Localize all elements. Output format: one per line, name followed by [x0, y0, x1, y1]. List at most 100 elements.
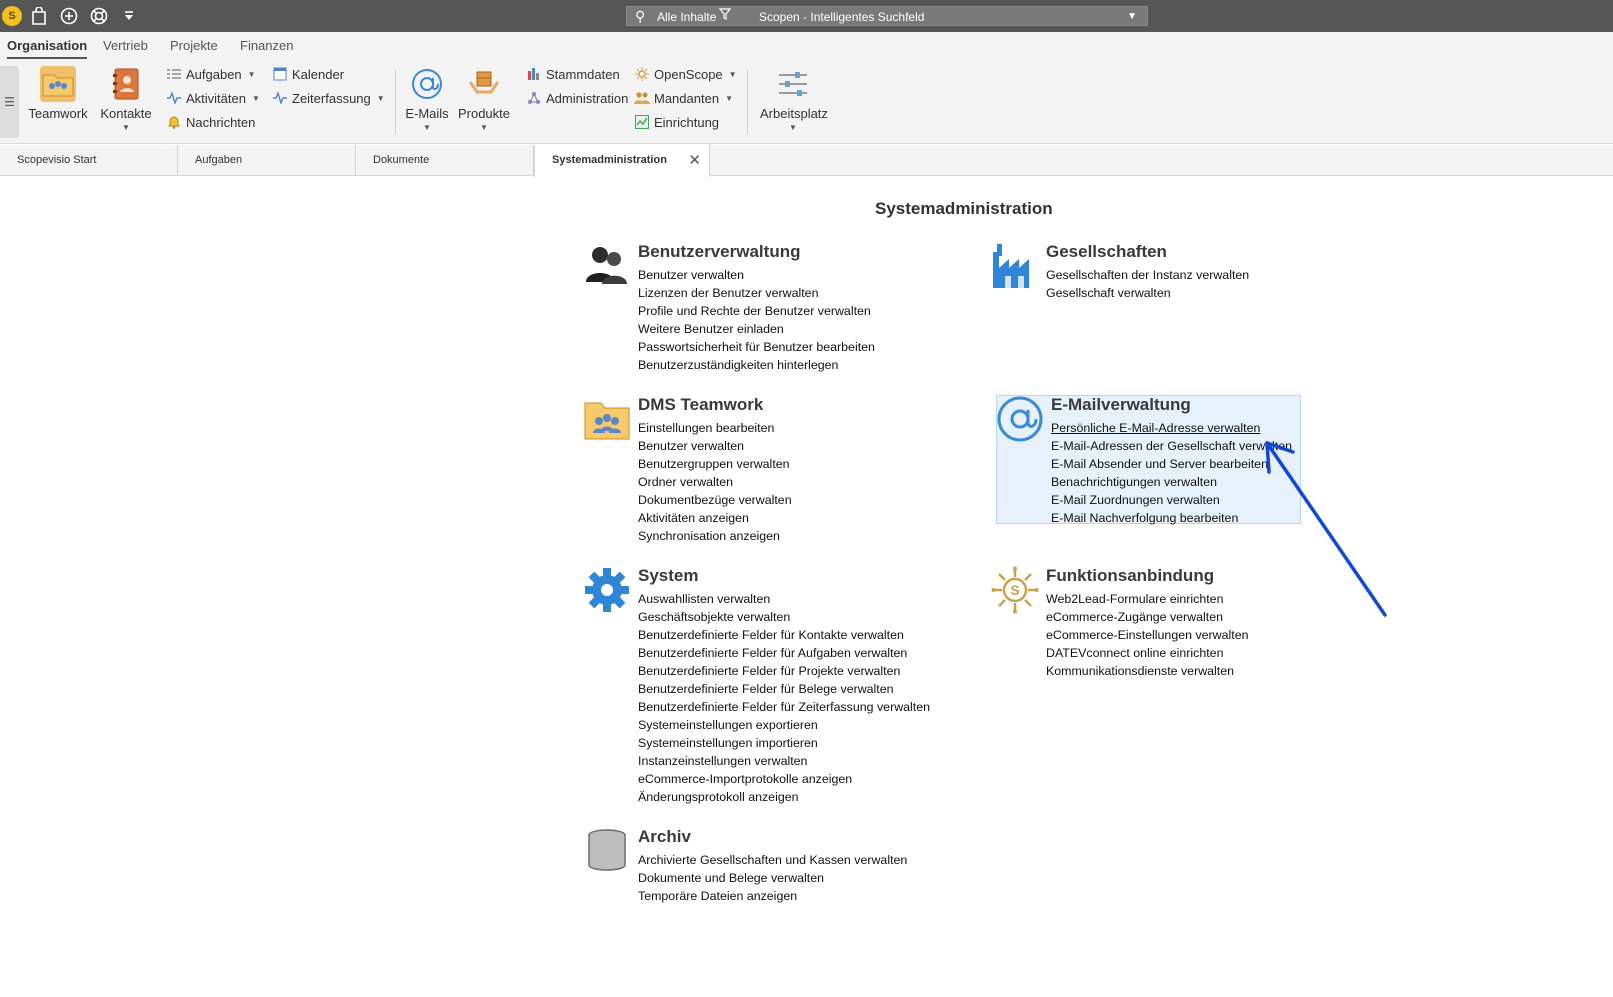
search-placeholder[interactable]: Scopen - Intelligentes Suchfeld [759, 10, 924, 24]
help-lifebuoy-icon[interactable] [88, 5, 110, 27]
ribbon-divider [395, 70, 396, 134]
annotation-arrow [1265, 441, 1387, 617]
top-bar: S ⚲ Alle Inhalte Scopen - Intelligentes … [0, 0, 1613, 32]
emails-button[interactable]: E-Mails ▼ [404, 66, 450, 132]
link-aktivitaeten-anzeigen[interactable]: Aktivitäten anzeigen [638, 509, 792, 527]
quick-access-dropdown-icon[interactable] [118, 5, 140, 27]
section-title: Gesellschaften [1046, 242, 1167, 261]
link-benutzer-einladen[interactable]: Weitere Benutzer einladen [638, 320, 875, 338]
ribbon-collapse-handle[interactable]: ☰ [0, 66, 19, 138]
link-dms-benutzer-verwalten[interactable]: Benutzer verwalten [638, 437, 792, 455]
link-gesellschaften-instanz[interactable]: Gesellschaften der Instanz verwalten [1046, 266, 1249, 284]
arbeitsplatz-button[interactable]: Arbeitsplatz ▼ [760, 66, 828, 132]
link-web2lead[interactable]: Web2Lead-Formulare einrichten [1046, 590, 1248, 608]
tab-aufgaben[interactable]: Aufgaben [178, 145, 356, 176]
chevron-down-icon[interactable]: ▼ [248, 70, 256, 79]
link-benutzergruppen-verwalten[interactable]: Benutzergruppen verwalten [638, 455, 792, 473]
mandanten-button[interactable]: Mandanten ▼ [634, 88, 733, 108]
chevron-down-icon[interactable]: ▼ [760, 123, 826, 132]
tab-projekte[interactable]: Projekte [170, 38, 218, 53]
section-title: DMS Teamwork [638, 395, 764, 414]
tab-systemadministration[interactable]: Systemadministration ✕ [534, 145, 710, 177]
link-systemeinstellungen-exportieren[interactable]: Systemeinstellungen exportieren [638, 716, 930, 734]
bell-icon [166, 114, 182, 130]
tab-finanzen[interactable]: Finanzen [240, 38, 293, 53]
link-geschaeftsobjekte[interactable]: Geschäftsobjekte verwalten [638, 608, 930, 626]
link-ecommerce-einstellungen[interactable]: eCommerce-Einstellungen verwalten [1046, 626, 1248, 644]
search-field[interactable]: ⚲ Alle Inhalte Scopen - Intelligentes Su… [626, 6, 1148, 26]
link-felder-projekte[interactable]: Benutzerdefinierte Felder für Projekte v… [638, 662, 930, 680]
administration-label: Administration [546, 90, 629, 106]
chevron-down-icon[interactable]: ▼ [377, 94, 385, 103]
kontakte-button[interactable]: Kontakte ▼ [98, 66, 154, 132]
einrichtung-button[interactable]: Einrichtung [634, 112, 719, 132]
kalender-button[interactable]: Kalender [272, 64, 344, 84]
link-felder-kontakte[interactable]: Benutzerdefinierte Felder für Kontakte v… [638, 626, 930, 644]
link-lizenzen-verwalten[interactable]: Lizenzen der Benutzer verwalten [638, 284, 875, 302]
link-gesellschaft-verwalten[interactable]: Gesellschaft verwalten [1046, 284, 1249, 302]
link-dokumente-belege[interactable]: Dokumente und Belege verwalten [638, 869, 907, 887]
stammdaten-button[interactable]: Stammdaten [526, 64, 620, 84]
einrichtung-label: Einrichtung [654, 114, 720, 130]
link-felder-zeiterfassung[interactable]: Benutzerdefinierte Felder für Zeiterfass… [638, 698, 930, 716]
filter-icon[interactable] [718, 7, 732, 26]
link-benutzer-verwalten[interactable]: Benutzer verwalten [638, 266, 875, 284]
chevron-down-icon[interactable]: ▼ [404, 123, 450, 132]
link-archivierte-gesellschaften[interactable]: Archivierte Gesellschaften und Kassen ve… [638, 851, 907, 869]
link-felder-aufgaben[interactable]: Benutzerdefinierte Felder für Aufgaben v… [638, 644, 930, 662]
master-data-chart-icon [526, 66, 542, 82]
link-systemeinstellungen-importieren[interactable]: Systemeinstellungen importieren [638, 734, 930, 752]
link-ordner-verwalten[interactable]: Ordner verwalten [638, 473, 792, 491]
product-box-hands-icon [466, 66, 502, 102]
tab-label: Dokumente [373, 154, 430, 166]
task-list-icon [166, 66, 182, 82]
link-benutzerzustaendigkeiten[interactable]: Benutzerzuständigkeiten hinterlegen [638, 356, 875, 374]
chevron-down-icon[interactable]: ▼ [729, 70, 737, 79]
produkte-button[interactable]: Produkte ▼ [456, 66, 512, 132]
shopping-bag-icon[interactable] [28, 5, 50, 27]
link-ecommerce-importprotokolle[interactable]: eCommerce-Importprotokolle anzeigen [638, 770, 930, 788]
zeiterfassung-button[interactable]: Zeiterfassung ▼ [272, 88, 385, 108]
nachrichten-button[interactable]: Nachrichten [166, 112, 255, 132]
close-icon[interactable]: ✕ [688, 145, 701, 176]
link-instanzeinstellungen[interactable]: Instanzeinstellungen verwalten [638, 752, 930, 770]
tab-organisation[interactable]: Organisation [7, 38, 88, 59]
link-auswahllisten[interactable]: Auswahllisten verwalten [638, 590, 930, 608]
link-aenderungsprotokoll[interactable]: Änderungsprotokoll anzeigen [638, 788, 930, 806]
chevron-down-icon[interactable]: ▼ [252, 94, 260, 103]
link-felder-belege[interactable]: Benutzerdefinierte Felder für Belege ver… [638, 680, 930, 698]
administration-button[interactable]: Administration [526, 88, 628, 108]
section-gesellschaften: Gesellschaften Gesellschaften der Instan… [991, 242, 1291, 302]
link-profile-rechte[interactable]: Profile und Rechte der Benutzer verwalte… [638, 302, 875, 320]
factory-icon [991, 242, 1039, 290]
link-einstellungen-bearbeiten[interactable]: Einstellungen bearbeiten [638, 419, 792, 437]
chevron-down-icon[interactable]: ▼ [98, 123, 154, 132]
teamwork-folder-icon [40, 66, 76, 102]
link-synchronisation-anzeigen[interactable]: Synchronisation anzeigen [638, 527, 792, 545]
tab-vertrieb[interactable]: Vertrieb [103, 38, 148, 53]
link-passwortsicherheit[interactable]: Passwortsicherheit für Benutzer bearbeit… [638, 338, 875, 356]
tab-scopevisio-start[interactable]: Scopevisio Start [0, 145, 178, 176]
chevron-down-icon[interactable]: ▼ [456, 123, 512, 132]
chevron-down-icon[interactable]: ▼ [1127, 7, 1137, 26]
link-list: Gesellschaften der Instanz verwalten Ges… [1046, 266, 1249, 302]
aufgaben-button[interactable]: Aufgaben ▼ [166, 64, 256, 84]
link-dokumentbezuege-verwalten[interactable]: Dokumentbezüge verwalten [638, 491, 792, 509]
link-ecommerce-zugaenge[interactable]: eCommerce-Zugänge verwalten [1046, 608, 1248, 626]
search-filter-label[interactable]: Alle Inhalte [657, 10, 716, 24]
openscope-button[interactable]: OpenScope ▼ [634, 64, 737, 84]
link-datevconnect[interactable]: DATEVconnect online einrichten [1046, 644, 1248, 662]
link-kommunikationsdienste[interactable]: Kommunikationsdienste verwalten [1046, 662, 1248, 680]
section-title: Benutzerverwaltung [638, 242, 801, 261]
chevron-down-icon[interactable]: ▼ [725, 94, 733, 103]
integration-sun-icon: S [991, 566, 1039, 614]
teamwork-button[interactable]: Teamwork [28, 66, 88, 121]
app-logo-icon[interactable]: S [2, 6, 22, 26]
add-circle-icon[interactable] [58, 5, 80, 27]
link-temporaere-dateien[interactable]: Temporäre Dateien anzeigen [638, 887, 907, 905]
tab-dokumente[interactable]: Dokumente [356, 145, 534, 176]
section-archiv: Archiv Archivierte Gesellschaften und Ka… [583, 827, 963, 907]
aktivitaeten-button[interactable]: Aktivitäten ▼ [166, 88, 260, 108]
mandanten-label: Mandanten [654, 90, 720, 106]
zeiterfassung-label: Zeiterfassung [292, 90, 371, 106]
